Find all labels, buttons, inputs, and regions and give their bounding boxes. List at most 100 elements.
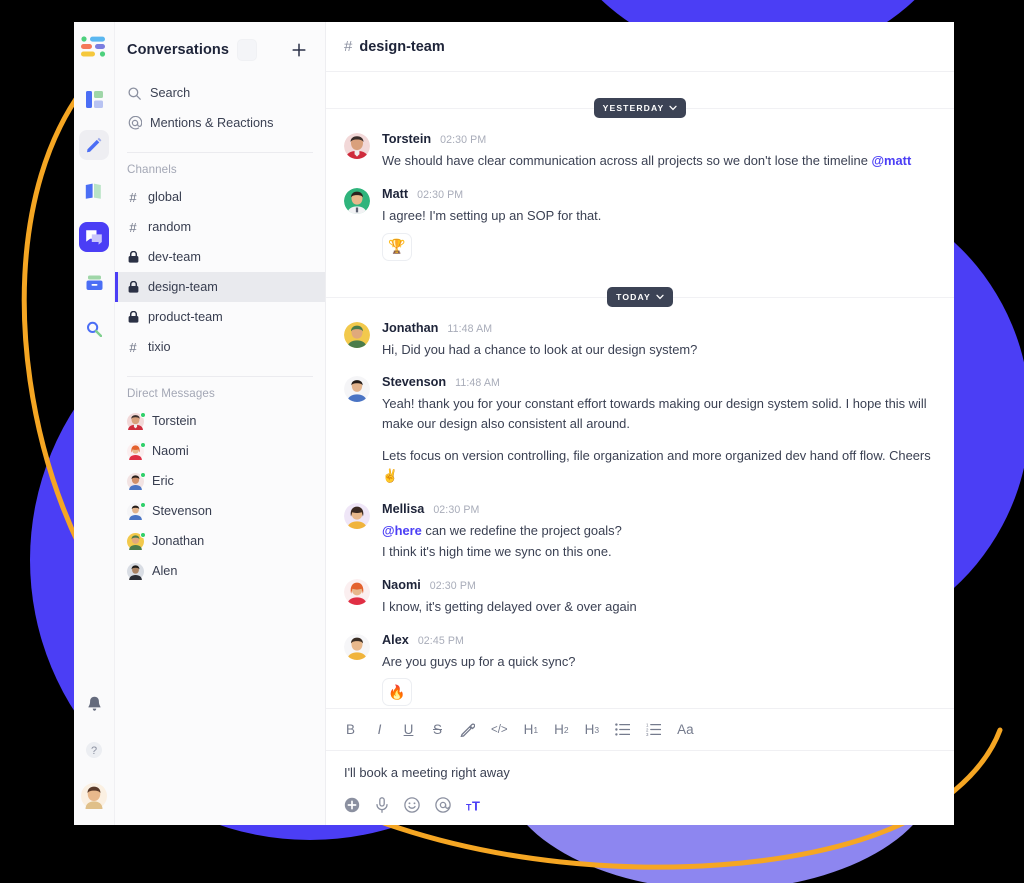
message-text: I know, it's getting delayed over & over…	[382, 597, 936, 617]
page-title: Conversations	[127, 42, 230, 58]
dm-item-torstein[interactable]: Torstein	[115, 406, 325, 436]
sidebar-item-chat[interactable]	[79, 222, 109, 252]
tixio-logo-icon[interactable]	[81, 36, 107, 58]
avatar[interactable]	[344, 633, 370, 660]
heading3-button[interactable]: H3	[585, 720, 599, 740]
online-status-dot	[140, 531, 146, 538]
svg-text:T: T	[472, 798, 480, 813]
avatar[interactable]	[344, 133, 370, 160]
dm-item-alen[interactable]: Alen	[115, 556, 325, 586]
bulleted-list-button[interactable]	[615, 720, 631, 740]
lock-icon	[127, 281, 139, 293]
underline-button[interactable]: U	[402, 720, 415, 740]
book-icon	[85, 183, 101, 199]
sidebar-item-dashboard[interactable]	[79, 84, 109, 114]
search-icon	[127, 86, 142, 100]
avatar[interactable]	[344, 376, 370, 403]
dm-item-naomi[interactable]: Naomi	[115, 436, 325, 466]
avatar[interactable]	[344, 502, 370, 529]
sidebar-badge-chip[interactable]	[237, 39, 258, 61]
message-text-span: Lets focus on version controlling, file …	[382, 448, 931, 484]
code-button[interactable]: </>	[491, 720, 508, 740]
message-item: Matt 02:30 PM I agree! I'm setting up an S…	[326, 187, 954, 261]
sidebar-item-search[interactable]: Search	[115, 78, 325, 108]
heading1-button[interactable]: H1	[524, 720, 538, 740]
day-separator-today: TODAY	[326, 286, 954, 307]
message-reaction[interactable]: 🔥	[382, 678, 412, 707]
message-text-span: I agree! I'm setting up an SOP for that.	[382, 208, 602, 224]
font-size-button[interactable]: Aa	[677, 720, 694, 740]
numbered-list-button[interactable]: 123	[646, 720, 662, 740]
sidebar-item-tixio[interactable]: # tixio	[115, 332, 325, 362]
dm-item-label: Torstein	[152, 414, 197, 428]
channel-list: # global # random dev-team design-team product…	[115, 182, 325, 362]
message-item: Torstein 02:30 PM We should have clear com…	[326, 132, 954, 171]
highlight-pen-button[interactable]	[460, 720, 475, 740]
message-meta: Torstein 02:30 PM	[382, 132, 936, 146]
sidebar-item-random[interactable]: # random	[115, 212, 325, 242]
sidebar-item-notes[interactable]	[79, 130, 109, 160]
screenshot-stage: ? Conversations Search Mentions & Reacti…	[0, 0, 1024, 883]
bold-button[interactable]: B	[344, 720, 357, 740]
help-button[interactable]: ?	[79, 735, 109, 765]
mention-link[interactable]: @matt	[871, 153, 911, 168]
edit-pencil-icon	[87, 137, 102, 153]
message-item: Naomi 02:30 PM I know, it's getting delaye…	[326, 578, 954, 617]
day-separator-pill[interactable]: TODAY	[607, 286, 673, 307]
message-item: Jonathan 11:48 AM Hi, Did you had a chance…	[326, 321, 954, 360]
microphone-button[interactable]	[375, 797, 389, 813]
add-attachment-button[interactable]	[344, 797, 360, 813]
strikethrough-button[interactable]: S	[431, 720, 444, 740]
avatar	[127, 441, 146, 460]
direct-message-list: Torstein Naomi Eric Stevenson Jonathan Alen	[115, 406, 325, 586]
emoji-button[interactable]	[404, 797, 420, 813]
avatar[interactable]	[344, 321, 370, 348]
new-conversation-button[interactable]	[289, 40, 309, 60]
hash-icon: #	[344, 38, 353, 56]
direct-messages-header: Direct Messages	[127, 387, 215, 400]
day-separator-label: TODAY	[616, 291, 651, 302]
message-input[interactable]: I'll book a meeting right away	[344, 765, 936, 783]
message-timestamp: 02:45 PM	[417, 634, 464, 647]
dm-item-eric[interactable]: Eric	[115, 466, 325, 496]
message-meta: Stevenson 11:48 AM	[382, 375, 936, 389]
sidebar-item-global[interactable]: # global	[115, 182, 325, 212]
chat-icon	[86, 229, 102, 245]
sidebar-item-search[interactable]	[79, 314, 109, 344]
italic-button[interactable]: I	[373, 720, 386, 740]
hash-icon: #	[129, 219, 137, 235]
avatar[interactable]	[344, 188, 370, 215]
message-body: Mellisa 02:30 PM @here can we redefine the…	[382, 502, 936, 562]
sidebar-item-label: design-team	[148, 280, 218, 294]
avatar[interactable]	[344, 578, 370, 605]
sidebar-item-mentions[interactable]: Mentions & Reactions	[115, 108, 325, 138]
day-separator-pill[interactable]: YESTERDAY	[593, 98, 687, 119]
formatting-toolbar: B I U S </> H 1 H 2 H 3 1 2 3 Aa	[326, 709, 954, 751]
online-status-dot	[140, 441, 146, 448]
mention-link[interactable]: @here	[382, 523, 422, 538]
message-meta: Mellisa 02:30 PM	[382, 502, 936, 516]
heading2-button[interactable]: H2	[554, 720, 568, 740]
sidebar-item-label: product-team	[148, 310, 223, 324]
sidebar-item-product-team[interactable]: product-team	[115, 302, 325, 332]
chevron-down-icon	[669, 103, 677, 113]
sidebar-item-drawer[interactable]	[79, 268, 109, 298]
message-meta: Matt 02:30 PM	[382, 187, 936, 201]
sidebar-item-docs[interactable]	[79, 176, 109, 206]
mention-button[interactable]	[435, 797, 451, 813]
notifications-button[interactable]	[79, 689, 109, 719]
message-list[interactable]: YESTERDAY Torstein 02:30 PM We should have …	[326, 72, 954, 708]
sidebar-header: Conversations	[115, 22, 325, 78]
sidebar-item-design-team[interactable]: design-team	[115, 272, 325, 302]
text-format-button[interactable]: TT	[466, 798, 484, 813]
online-status-dot	[140, 471, 146, 478]
dm-item-stevenson[interactable]: Stevenson	[115, 496, 325, 526]
message-author: Mellisa	[382, 501, 425, 516]
icon-rail-bottom: ?	[74, 689, 114, 811]
current-user-avatar[interactable]	[79, 781, 109, 811]
message-text: @here can we redefine the project goals?	[382, 521, 936, 541]
dm-item-jonathan[interactable]: Jonathan	[115, 526, 325, 556]
message-reaction[interactable]: 🏆	[382, 232, 412, 261]
sidebar-item-dev-team[interactable]: dev-team	[115, 242, 325, 272]
message-author: Alex	[382, 632, 409, 647]
